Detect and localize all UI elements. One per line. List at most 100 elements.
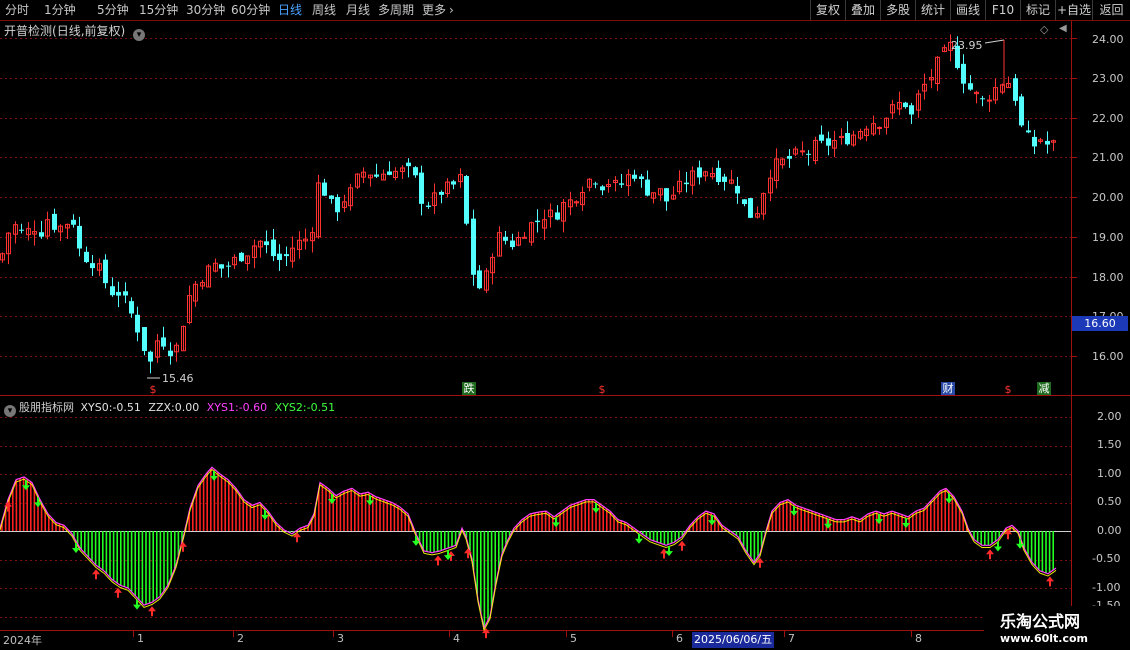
sell-arrow-icon [994, 541, 1002, 552]
indicator-tick: -0.50 [1092, 552, 1121, 565]
candle-body-down [1026, 130, 1031, 133]
dividend-marker[interactable]: $ [597, 383, 607, 396]
price-tick: 22.00 [1092, 112, 1124, 125]
candle-body-up [877, 126, 882, 129]
candle-body-down [148, 351, 153, 362]
chevron-down-icon[interactable]: ▾ [133, 29, 146, 41]
candle-body-down [968, 83, 973, 90]
candle-body-down [600, 186, 605, 191]
indicator-title: ▾ 股朋指标网 XYS0:-0.51 ZZX:0.00 XYS1:-0.60 XY… [4, 399, 336, 417]
candle-body-down [961, 63, 966, 84]
candle-body-down [439, 191, 444, 195]
xys2-label: XYS2: [274, 401, 307, 414]
xys0-label: XYS0: [80, 401, 113, 414]
high-price-label: 23.95 [951, 39, 983, 52]
candle-body-down [77, 225, 82, 249]
candle-body-down [464, 176, 469, 224]
financial-report-marker[interactable]: 财 [941, 382, 955, 395]
buy-arrow-icon [92, 569, 100, 580]
candle-body-down [84, 251, 89, 263]
xys2-value: -0.51 [306, 401, 336, 414]
candle-body-up [522, 236, 527, 239]
candle-body-down [103, 259, 108, 284]
candle-body-down [322, 182, 327, 196]
candle-body-down [52, 213, 57, 230]
candle-body-down [123, 291, 128, 296]
indicator-name[interactable]: 股朋指标网 [19, 401, 74, 414]
sell-arrow-icon [72, 542, 80, 553]
candle-body-down [277, 253, 282, 260]
price-tick: 24.00 [1092, 33, 1124, 46]
time-tick: 6 [676, 632, 683, 645]
zzx-value: 0.00 [174, 401, 200, 414]
candle-body-down [471, 218, 476, 275]
dividend-marker[interactable]: $ [148, 383, 158, 396]
dividend-marker[interactable]: $ [1003, 383, 1013, 396]
candle-body-down [168, 350, 173, 357]
candle-body-down [826, 138, 831, 146]
last-price-box: 16.60 [1072, 316, 1128, 331]
low-price-label: 15.46 [162, 372, 194, 385]
chevron-down-icon[interactable]: ▾ [4, 405, 16, 417]
time-tick: 8 [915, 632, 922, 645]
stock-name: 开普检测 [4, 24, 53, 38]
candle-body-down [329, 195, 334, 199]
indicator-lines [0, 466, 1057, 632]
time-tick: 7 [788, 632, 795, 645]
time-tick: 5 [570, 632, 577, 645]
candle-body-down [219, 264, 224, 269]
limit-down-marker[interactable]: 跌 [462, 382, 476, 395]
candle-body-down [264, 241, 269, 246]
candle-body-down [664, 188, 669, 202]
signal-arrows [4, 470, 1054, 639]
grid-lines [0, 20, 1130, 650]
candle-body-down [748, 198, 753, 218]
buy-arrow-icon [434, 555, 442, 566]
candle-body-down [632, 174, 637, 179]
indicator-tick: 2.00 [1097, 410, 1122, 423]
indicator-tick: 1.00 [1097, 467, 1122, 480]
watermark-url: www.60lt.com [1000, 632, 1089, 645]
candle-body-down [1013, 78, 1018, 101]
price-tick: 20.00 [1092, 191, 1124, 204]
price-tick: 21.00 [1092, 151, 1124, 164]
main-chart-title: 开普检测(日线,前复权) ▾ [4, 22, 146, 41]
time-tick: 4 [453, 632, 460, 645]
candle-body-down [426, 205, 431, 207]
candle-body-down [39, 232, 44, 237]
candle-body-down [980, 98, 985, 100]
buy-arrow-icon [986, 549, 994, 560]
candle-body-down [226, 265, 231, 267]
candle-body-down [19, 229, 24, 231]
buy-arrow-icon [114, 587, 122, 598]
candle-body-down [684, 182, 689, 185]
candle-body-down [419, 172, 424, 204]
candle-body-down [503, 236, 508, 241]
indicator-tick: -1.00 [1092, 581, 1121, 594]
chart-canvas[interactable] [0, 0, 1130, 650]
time-tick: 1 [137, 632, 144, 645]
price-tick: 23.00 [1092, 72, 1124, 85]
candle-body-down [129, 301, 134, 314]
candle-body-down [619, 183, 624, 185]
candle-body-down [374, 174, 379, 177]
indicator-tick: 0.00 [1097, 524, 1122, 537]
scroll-up-icon[interactable]: ◀ [1059, 23, 1067, 34]
candlestick-series [0, 34, 1056, 374]
time-tick: 2 [237, 632, 244, 645]
indicator-tick: 1.50 [1097, 438, 1122, 451]
candle-body-down [71, 219, 76, 225]
shareholder-reduce-marker[interactable]: 减 [1037, 382, 1051, 395]
candle-body-down [909, 105, 914, 115]
buy-arrow-icon [1046, 576, 1054, 587]
candle-body-down [406, 162, 411, 167]
candle-body-down [142, 327, 147, 351]
candle-body-down [110, 286, 115, 296]
xys1-label: XYS1: [206, 401, 239, 414]
diamond-icon[interactable]: ◇ [1040, 23, 1048, 36]
candle-body-down [1045, 140, 1050, 145]
candle-body-down [787, 156, 792, 159]
candle-body-down [806, 153, 811, 155]
candle-body-down [716, 167, 721, 183]
time-tick: 3 [337, 632, 344, 645]
